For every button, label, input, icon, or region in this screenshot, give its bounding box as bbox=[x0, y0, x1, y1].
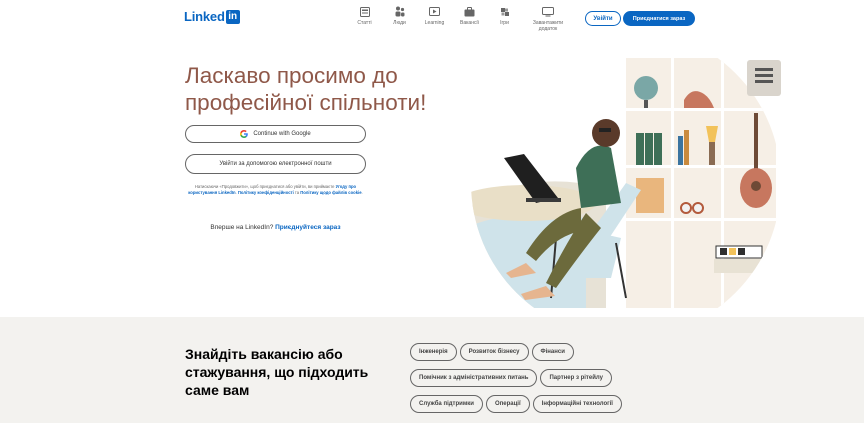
continue-with-google-button[interactable]: Continue with Google bbox=[185, 125, 366, 143]
page-title: Ласкаво просимо до професійної спільноти… bbox=[185, 63, 427, 115]
pill-information-technology[interactable]: Інформаційні технології bbox=[532, 395, 622, 413]
join-now-button[interactable]: Приєднатися зараз bbox=[623, 11, 695, 26]
linkedin-logo[interactable]: Linked in bbox=[184, 9, 240, 24]
nav-item-learning[interactable]: Learning bbox=[417, 6, 452, 32]
nav-item-articles[interactable]: Статті bbox=[347, 6, 382, 32]
pill-row: Помічник з адміністративних питань Партн… bbox=[410, 369, 625, 387]
pill-row: Служба підтримки Операції Інформаційні т… bbox=[410, 395, 625, 413]
games-icon bbox=[499, 6, 511, 17]
new-to-linkedin-text: Вперше на LinkedIn? bbox=[210, 224, 274, 231]
pill-customer-service[interactable]: Служба підтримки bbox=[410, 395, 483, 413]
google-button-label: Continue with Google bbox=[253, 131, 311, 137]
pill-operations[interactable]: Операції bbox=[485, 395, 530, 413]
logo-in-box: in bbox=[225, 9, 240, 24]
legal-and: та bbox=[294, 190, 300, 195]
legal-notice: Натискаючи «Продовжити», щоб приєднатися… bbox=[188, 184, 363, 195]
login-button[interactable]: Увійти bbox=[585, 11, 621, 26]
nav-item-jobs[interactable]: Вакансії bbox=[452, 6, 487, 32]
nav-label: Ігри bbox=[500, 20, 509, 26]
jobs-section-title: Знайдіть вакансію або стажування, що під… bbox=[185, 346, 369, 398]
pill-finance[interactable]: Фінанси bbox=[531, 343, 574, 361]
nav-label: Статті bbox=[357, 20, 372, 26]
nav-label: Завантажити додаток bbox=[532, 20, 564, 32]
nav-label: Люди bbox=[393, 20, 406, 26]
privacy-policy-link[interactable]: Політику конфіденційності bbox=[238, 190, 294, 195]
cookie-policy-link[interactable]: Політику щодо файлів cookie bbox=[300, 190, 361, 195]
people-icon bbox=[394, 6, 406, 17]
main-nav: Статті Люди Learning Вакансії Ігри Заван… bbox=[347, 6, 574, 32]
pill-row: Інженерія Розвиток бізнесу Фінанси bbox=[410, 343, 625, 361]
jobs-section: Знайдіть вакансію або стажування, що під… bbox=[0, 317, 864, 423]
job-category-pills: Інженерія Розвиток бізнесу Фінанси Поміч… bbox=[410, 343, 625, 421]
nav-item-download-app[interactable]: Завантажити додаток bbox=[522, 6, 574, 32]
top-nav-bar: Linked in Статті Люди Learning Вакансії … bbox=[0, 0, 864, 38]
join-now-link[interactable]: Приєднуйтеся зараз bbox=[275, 224, 340, 231]
nav-label: Learning bbox=[424, 20, 445, 26]
nav-label: Вакансії bbox=[460, 20, 479, 26]
nav-item-people[interactable]: Люди bbox=[382, 6, 417, 32]
articles-icon bbox=[359, 6, 371, 17]
nav-item-games[interactable]: Ігри bbox=[487, 6, 522, 32]
pill-retail-associate[interactable]: Партнер з рітейлу bbox=[540, 369, 612, 387]
pill-admin-assistant[interactable]: Помічник з адміністративних питань bbox=[410, 369, 538, 387]
legal-prefix: Натискаючи «Продовжити», щоб приєднатися… bbox=[194, 184, 335, 189]
hero-illustration bbox=[466, 58, 786, 308]
jobs-icon bbox=[464, 6, 476, 17]
download-app-icon bbox=[542, 6, 554, 17]
new-to-linkedin: Вперше на LinkedIn? Приєднуйтеся зараз bbox=[185, 224, 366, 231]
pill-business-development[interactable]: Розвиток бізнесу bbox=[459, 343, 529, 361]
learning-icon bbox=[429, 6, 441, 17]
sign-in-with-email-button[interactable]: Увійти за допомогою електронної пошти bbox=[185, 154, 366, 174]
pill-engineering[interactable]: Інженерія bbox=[410, 343, 457, 361]
google-icon bbox=[240, 130, 249, 138]
logo-text: Linked bbox=[184, 9, 225, 24]
